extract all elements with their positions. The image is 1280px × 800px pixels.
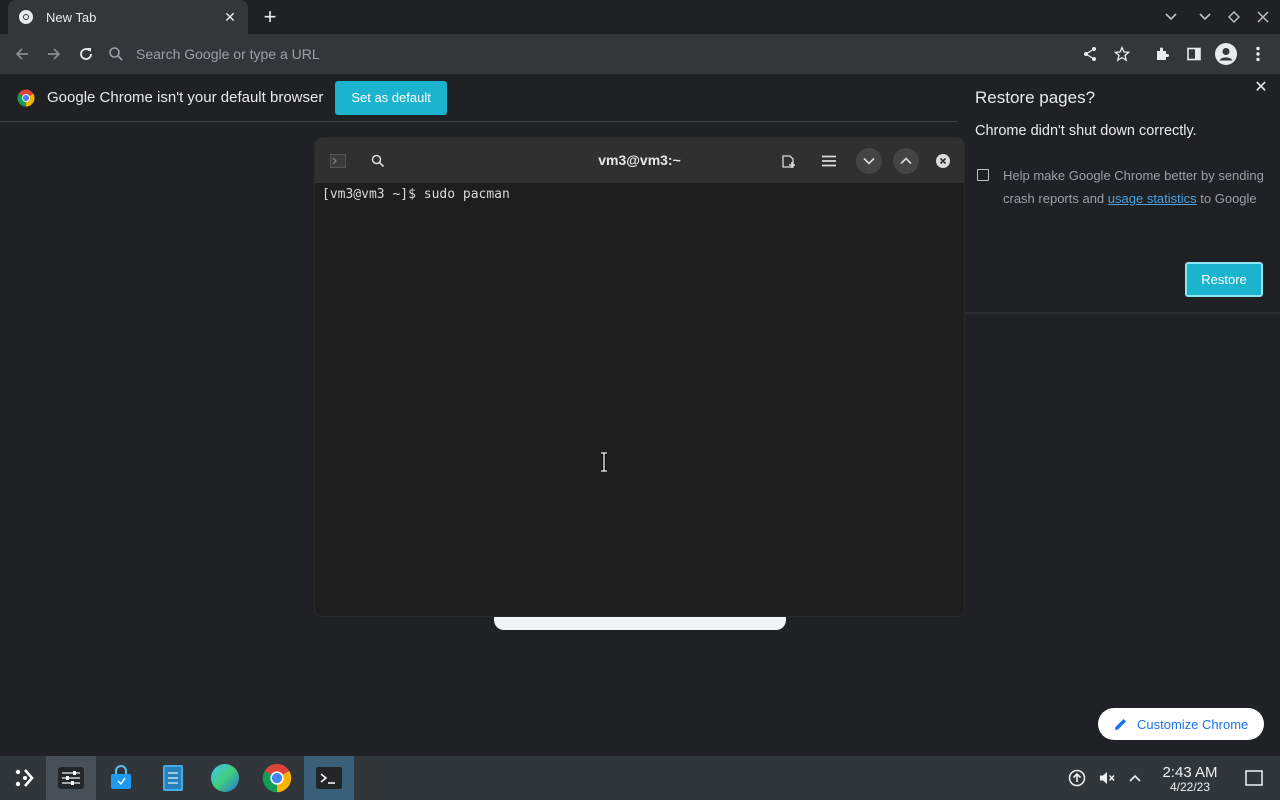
store-bag-icon bbox=[111, 765, 131, 789]
minimize-icon[interactable] bbox=[856, 148, 882, 174]
new-tab-icon[interactable] bbox=[776, 148, 802, 174]
chrome-logo-icon bbox=[17, 89, 35, 107]
menu-kebab-icon[interactable] bbox=[1244, 40, 1272, 68]
search-icon bbox=[109, 47, 123, 61]
terminal-icon bbox=[316, 767, 342, 789]
profile-avatar-icon[interactable] bbox=[1212, 40, 1240, 68]
close-tab-icon[interactable]: ✕ bbox=[222, 9, 238, 25]
maximize-icon[interactable] bbox=[1219, 0, 1249, 34]
updates-icon[interactable] bbox=[1067, 768, 1087, 788]
bubble-subtitle: Chrome didn't shut down correctly. bbox=[975, 123, 1197, 139]
chrome-icon bbox=[262, 763, 292, 793]
tab-new-tab[interactable]: New Tab ✕ bbox=[8, 0, 248, 34]
taskbar-settings-app[interactable] bbox=[46, 756, 96, 800]
app-launcher-icon[interactable] bbox=[0, 756, 50, 800]
tray-expand-icon[interactable] bbox=[1125, 768, 1145, 788]
pencil-icon bbox=[1115, 718, 1126, 730]
bubble-title: Restore pages? bbox=[975, 88, 1096, 107]
minimize-icon[interactable] bbox=[1190, 0, 1220, 34]
side-panel-icon[interactable] bbox=[1180, 40, 1208, 68]
infobar-message: Google Chrome isn't your default browser bbox=[47, 89, 324, 106]
taskbar-chrome-app[interactable] bbox=[252, 756, 302, 800]
back-icon[interactable] bbox=[8, 40, 36, 68]
omnibox[interactable] bbox=[108, 39, 1068, 69]
terminal-output[interactable]: [vm3@vm3 ~]$ sudo pacman bbox=[322, 187, 510, 202]
reload-icon[interactable] bbox=[72, 40, 100, 68]
taskbar-browser-app[interactable] bbox=[200, 756, 250, 800]
text-cursor-icon bbox=[601, 452, 607, 472]
crash-report-label: Help make Google Chrome better by sendin… bbox=[1003, 164, 1268, 210]
tab-title: New Tab bbox=[46, 9, 97, 25]
bookmark-star-icon[interactable] bbox=[1108, 40, 1136, 68]
close-icon[interactable] bbox=[930, 148, 956, 174]
new-tab-button[interactable]: + bbox=[260, 6, 280, 28]
restore-button[interactable]: Restore bbox=[1185, 262, 1263, 297]
terminal-headerbar[interactable]: vm3@vm3:~ bbox=[315, 138, 964, 183]
maximize-icon[interactable] bbox=[893, 148, 919, 174]
usage-statistics-link[interactable]: usage statistics bbox=[1108, 191, 1197, 206]
clock-time[interactable]: 2:43 AM bbox=[1150, 764, 1230, 781]
taskbar-terminal-app[interactable] bbox=[304, 756, 354, 800]
hamburger-menu-icon[interactable] bbox=[816, 148, 842, 174]
set-as-default-button[interactable]: Set as default bbox=[335, 80, 447, 115]
default-browser-infobar: Google Chrome isn't your default browser… bbox=[0, 74, 958, 122]
close-window-icon[interactable] bbox=[1248, 0, 1278, 34]
close-icon[interactable]: ✕ bbox=[1252, 78, 1270, 96]
clock-date[interactable]: 4/22/23 bbox=[1150, 780, 1230, 794]
forward-icon[interactable] bbox=[40, 40, 68, 68]
taskbar-files-app[interactable] bbox=[148, 756, 198, 800]
file-manager-icon bbox=[163, 765, 183, 791]
customize-chrome-button[interactable]: Customize Chrome bbox=[1098, 708, 1264, 740]
tab-strip: New Tab ✕ + bbox=[0, 0, 1280, 34]
help-text-end: to Google bbox=[1196, 191, 1257, 206]
browser-toolbar bbox=[0, 34, 1280, 74]
chrome-tab-icon bbox=[19, 10, 33, 24]
globe-icon bbox=[211, 764, 239, 792]
volume-muted-icon[interactable] bbox=[1097, 768, 1117, 788]
customize-chrome-label: Customize Chrome bbox=[1137, 716, 1249, 732]
terminal-window[interactable]: vm3@vm3:~ [vm3@vm3 ~]$ sudo pacman bbox=[314, 137, 965, 617]
restore-pages-bubble: Restore pages? ✕ Chrome didn't shut down… bbox=[958, 74, 1280, 314]
extensions-icon[interactable] bbox=[1148, 40, 1176, 68]
taskbar bbox=[0, 756, 1280, 800]
share-icon[interactable] bbox=[1076, 40, 1104, 68]
tab-search-icon[interactable] bbox=[1156, 0, 1186, 34]
crash-report-checkbox[interactable] bbox=[977, 169, 989, 181]
address-input[interactable] bbox=[136, 46, 936, 62]
show-desktop-icon[interactable] bbox=[1244, 768, 1264, 788]
sliders-icon bbox=[58, 767, 84, 789]
taskbar-discover-app[interactable] bbox=[96, 756, 146, 800]
